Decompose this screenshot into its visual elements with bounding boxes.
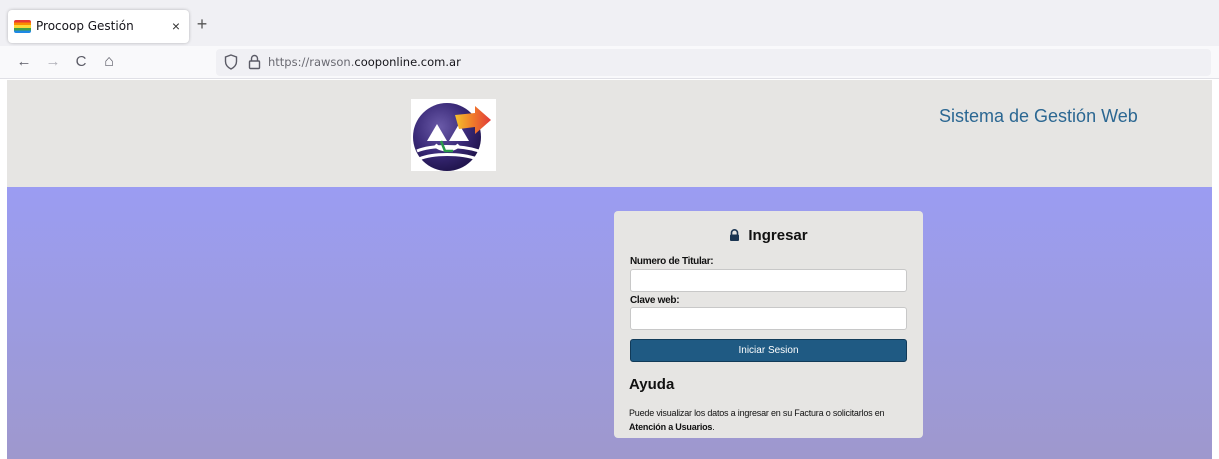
new-tab-button[interactable]: + bbox=[193, 14, 211, 36]
back-button[interactable]: ← bbox=[14, 52, 34, 72]
procoop-favicon-icon bbox=[14, 20, 31, 33]
titular-label: Numero de Titular: bbox=[630, 256, 714, 267]
help-suffix: . bbox=[712, 422, 715, 432]
browser-tab-bar: Procoop Gestión × + bbox=[0, 0, 1219, 46]
procoop-logo bbox=[411, 99, 496, 171]
help-text: Puede visualizar los datos a ingresar en… bbox=[629, 406, 914, 434]
close-tab-icon[interactable]: × bbox=[168, 17, 184, 35]
site-body: Ingresar Numero de Titular: Clave web: I… bbox=[7, 187, 1212, 459]
padlock-icon bbox=[730, 229, 740, 241]
clave-label: Clave web: bbox=[630, 295, 680, 306]
login-button[interactable]: Iniciar Sesion bbox=[630, 339, 907, 362]
login-heading: Ingresar bbox=[614, 227, 923, 244]
login-card: Ingresar Numero de Titular: Clave web: I… bbox=[614, 211, 923, 438]
shield-icon[interactable] bbox=[224, 54, 238, 70]
titular-input[interactable] bbox=[630, 269, 907, 292]
clave-input[interactable] bbox=[630, 307, 907, 330]
site-header: Sistema de Gestión Web bbox=[7, 80, 1212, 187]
url-text[interactable]: https://rawson.cooponline.com.ar bbox=[268, 55, 461, 69]
reload-button[interactable]: C bbox=[71, 52, 91, 72]
help-title: Ayuda bbox=[629, 376, 675, 393]
help-link[interactable]: Atención a Usuarios bbox=[629, 422, 712, 432]
lock-icon[interactable] bbox=[248, 54, 261, 70]
page-viewport: Sistema de Gestión Web Ingresar Numero d… bbox=[7, 80, 1212, 459]
help-body: Puede visualizar los datos a ingresar en… bbox=[629, 408, 885, 418]
browser-tab[interactable]: Procoop Gestión × bbox=[8, 10, 189, 43]
home-button[interactable]: ⌂ bbox=[99, 52, 119, 72]
address-bar[interactable]: https://rawson.cooponline.com.ar bbox=[216, 49, 1211, 76]
tab-title: Procoop Gestión bbox=[36, 19, 134, 33]
site-title: Sistema de Gestión Web bbox=[939, 106, 1138, 126]
url-prefix: https://rawson. bbox=[268, 55, 355, 69]
login-heading-text: Ingresar bbox=[748, 227, 808, 244]
browser-nav-bar: ← → C ⌂ https://rawson.cooponline.com.ar bbox=[0, 46, 1219, 79]
url-domain: cooponline.com.ar bbox=[354, 55, 461, 69]
forward-button[interactable]: → bbox=[43, 52, 63, 72]
